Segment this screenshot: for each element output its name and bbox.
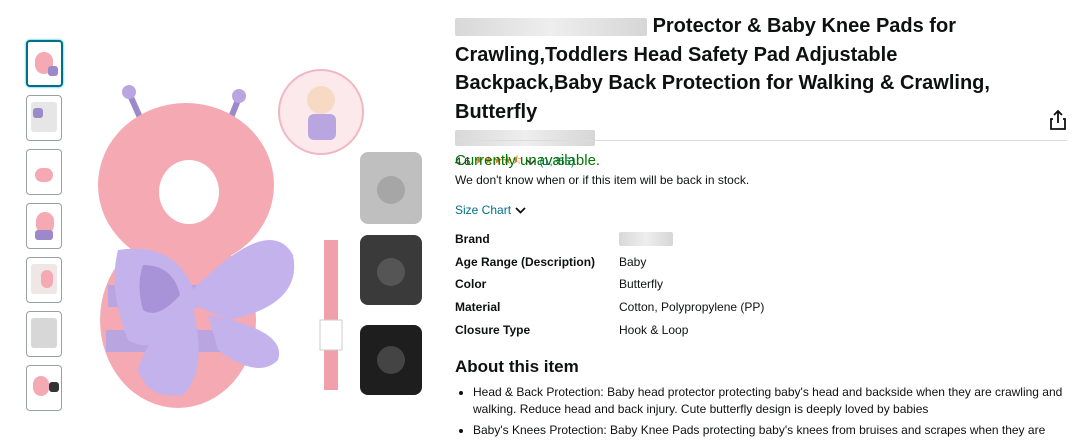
spec-value: Baby [619,254,647,269]
thumbnail-2[interactable] [26,95,62,141]
availability-status: Currently unavailable. [455,152,601,169]
about-heading: About this item [455,357,579,376]
thumbnail-1[interactable] [26,40,63,87]
spec-row-material: Material Cotton, Polypropylene (PP) [455,296,764,319]
about-this-item: About this item Head & Back Protection: … [455,357,1067,443]
chevron-down-icon [515,207,526,214]
spec-row-age-range: Age Range (Description) Baby [455,251,764,274]
spec-key: Brand [455,232,490,247]
spec-key: Color [455,277,487,292]
spec-value: Hook & Loop [619,322,689,337]
spec-row-brand: Brand [455,228,764,251]
spec-value: Cotton, Polypropylene (PP) [619,300,765,315]
availability-note: We don't know when or if this item will … [455,173,750,187]
thumbnail-7[interactable] [26,365,62,411]
product-title: Protector & Baby Knee Pads for Crawling,… [455,12,1045,126]
divider [455,140,1067,141]
about-bullets: Head & Back Protection: Baby head protec… [455,384,1067,439]
list-item: Head & Back Protection: Baby head protec… [473,384,1067,418]
thumbnail-strip [26,40,66,419]
store-link-redacted[interactable] [455,130,595,146]
brand-redacted [455,17,647,36]
availability-section: Currently unavailable. We don't know whe… [455,152,749,187]
list-item: Baby's Knees Protection: Baby Knee Pads … [473,422,1067,439]
thumbnail-6[interactable] [26,311,62,357]
spec-row-closure-type: Closure Type Hook & Loop [455,318,764,341]
spec-key: Age Range (Description) [455,254,596,269]
product-image[interactable] [88,30,448,415]
size-chart-label: Size Chart [455,203,512,217]
spec-row-color: Color Butterfly [455,273,764,296]
spec-value: Butterfly [619,277,664,292]
thumbnail-5[interactable] [26,257,62,303]
brand-value-redacted [619,232,673,247]
spec-key: Material [455,300,501,315]
size-chart-link[interactable]: Size Chart [455,203,526,217]
share-icon[interactable] [1048,109,1068,131]
thumbnail-4[interactable] [26,203,62,249]
product-details: Protector & Baby Knee Pads for Crawling,… [455,12,1055,171]
thumbnail-3[interactable] [26,149,62,195]
product-specs: Brand Age Range (Description) Baby Color… [455,228,764,341]
spec-key: Closure Type [455,322,531,337]
